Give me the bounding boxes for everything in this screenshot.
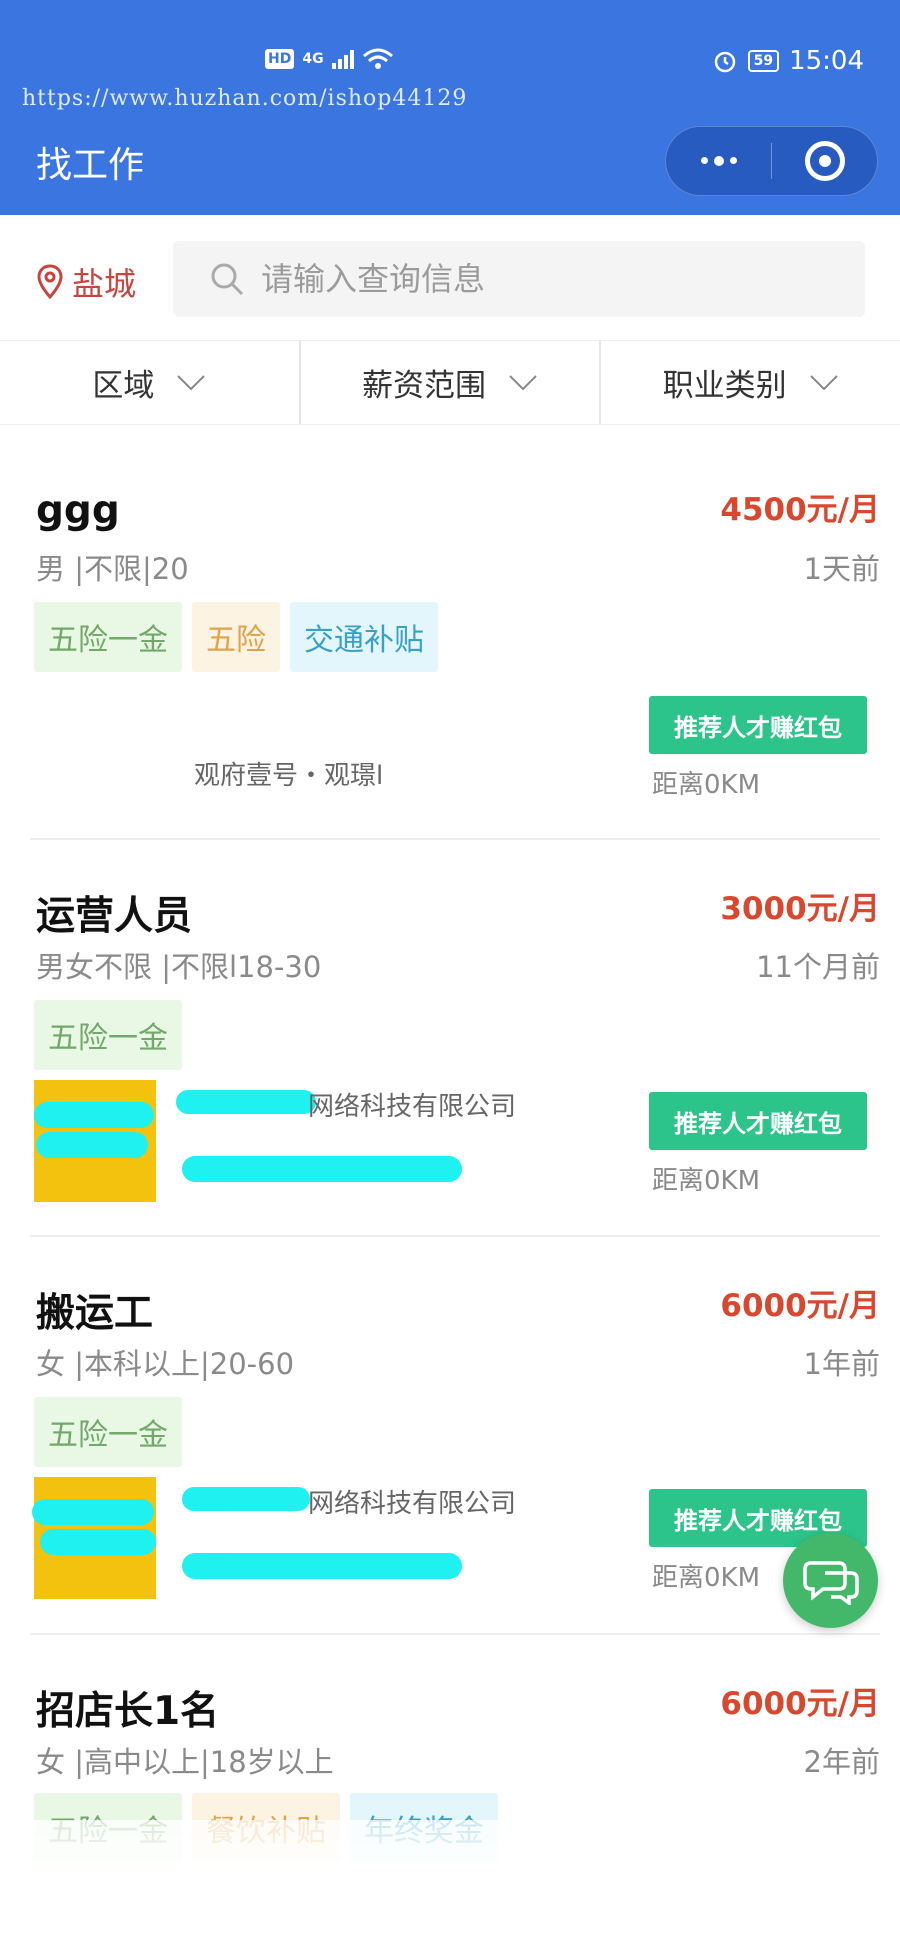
benefit-tags: 五险一金 [34,1000,182,1070]
redaction-mark [40,1529,156,1555]
company-name: 网络科技有限公司 [308,1092,517,1122]
filter-salary[interactable]: 薪资范围 [298,341,600,424]
redaction-mark [182,1156,462,1182]
more-dots-icon [700,155,737,166]
more-button[interactable] [666,127,771,195]
job-posted-time: 1年前 [803,1347,880,1381]
redaction-mark [34,1102,154,1128]
chevron-down-icon [809,374,838,390]
alarm-icon [714,51,735,73]
job-posted-time: 2年前 [803,1745,880,1779]
job-distance: 距离0KM [652,1563,761,1593]
benefit-tags: 五险一金 五险 交通补贴 [34,602,438,672]
benefit-tag: 五险一金 [34,1397,182,1467]
search-icon [211,263,244,296]
job-salary: 4500元/月 [720,492,880,528]
job-card[interactable]: 运营人员 3000元/月 男女不限 |不限l18-30 11个月前 五险一金 网… [0,840,900,1235]
clock: 15:04 [789,46,864,76]
redaction-mark [36,1132,148,1158]
job-requirements: 女 |本科以上|20-60 [36,1347,295,1381]
job-distance: 距离0KM [652,770,761,800]
benefit-tag: 交通补贴 [290,602,438,672]
redaction-mark [182,1553,462,1579]
job-salary: 3000元/月 [720,891,880,927]
network-indicators: HD 4G [265,48,394,70]
benefit-tag: 五险一金 [34,602,182,672]
job-title: ggg [36,488,120,533]
search-input[interactable] [261,260,821,298]
filter-bar: 区域 薪资范围 职业类别 [0,340,900,425]
chat-bubbles-icon [802,1560,859,1605]
chat-button[interactable] [783,1533,878,1628]
filter-region[interactable]: 区域 [0,341,299,424]
redaction-mark [182,1487,310,1511]
benefit-tag: 五险 [192,602,280,672]
job-salary: 6000元/月 [720,1288,880,1324]
signal-icon [331,49,354,69]
filter-label: 区域 [92,368,155,404]
search-box[interactable] [173,241,865,317]
job-title: 搬运工 [36,1291,154,1336]
battery-icon: 59 [747,50,780,72]
job-card[interactable]: ggg 4500元/月 男 |不限|20 1天前 五险一金 五险 交通补贴 观府… [0,430,900,840]
status-right: 59 15:04 [712,46,864,76]
status-bar: HD 4G 59 15:04 [0,40,900,90]
job-requirements: 男 |不限|20 [36,552,189,586]
hd-badge: HD [265,49,295,69]
job-title: 招店长1名 [36,1689,220,1734]
wifi-icon [362,48,393,69]
redaction-mark [32,1499,154,1525]
city-selector[interactable]: 盐城 [36,259,136,305]
job-title: 运营人员 [36,894,193,939]
job-requirements: 女 |高中以上|18岁以上 [36,1745,334,1779]
filter-label: 职业类别 [662,368,787,404]
close-miniprogram-button[interactable] [772,127,877,195]
company-name: 网络科技有限公司 [308,1489,517,1519]
bottom-fade [0,1820,900,1950]
recommend-button[interactable]: 推荐人才赚红包 [649,696,867,754]
app-header: HD 4G 59 15:04 https://www.huzhan.com/is… [0,0,900,215]
search-row: 盐城 [0,215,900,340]
miniprogram-capsule [665,126,878,196]
page-title: 找工作 [36,145,145,186]
job-posted-time: 11个月前 [756,950,880,984]
job-salary: 6000元/月 [720,1686,880,1722]
company-name: 观府壹号・观璟l [194,761,384,791]
url-watermark: https://www.huzhan.com/ishop44129 [22,86,468,111]
job-posted-time: 1天前 [803,552,880,586]
city-label: 盐城 [72,265,137,303]
redaction-mark [176,1090,316,1114]
target-icon [804,141,845,181]
filter-category[interactable]: 职业类别 [599,341,900,424]
job-distance: 距离0KM [652,1166,761,1196]
location-pin-icon [37,264,63,300]
benefit-tag: 五险一金 [34,1000,182,1070]
chevron-down-icon [177,374,206,390]
network-type: 4G [302,51,324,67]
recommend-button[interactable]: 推荐人才赚红包 [649,1092,867,1150]
benefit-tags: 五险一金 [34,1397,182,1467]
chevron-down-icon [509,374,537,390]
job-card[interactable]: 搬运工 6000元/月 女 |本科以上|20-60 1年前 五险一金 网络科技有… [0,1237,900,1633]
job-requirements: 男女不限 |不限l18-30 [36,950,322,984]
filter-label: 薪资范围 [362,368,486,404]
